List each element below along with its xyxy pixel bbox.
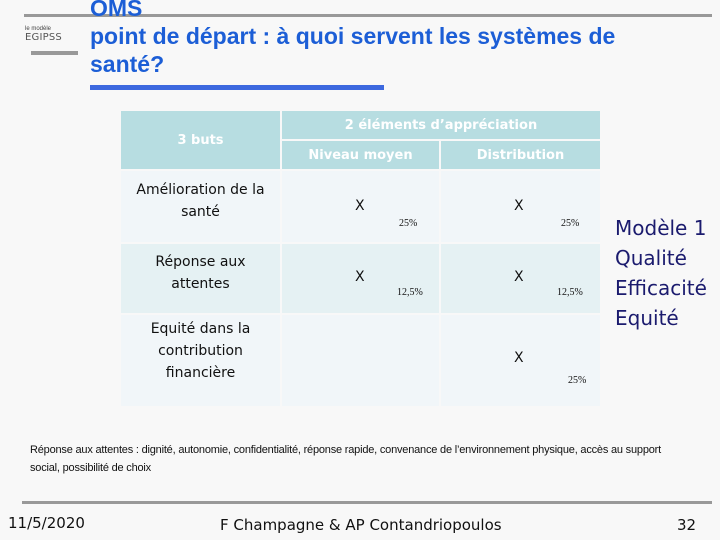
logo-egipss: EGIPSS — [25, 32, 62, 43]
model-quality: Qualité — [615, 246, 687, 270]
goal-cell: Réponse aux attentes — [121, 244, 280, 313]
distribution-cell: X 12,5% — [441, 244, 600, 313]
title-line-2: point de départ : à quoi servent les sys… — [90, 23, 616, 49]
goal-text: contribution — [158, 342, 243, 359]
goal-cell: Equité dans la contribution financière — [121, 315, 280, 406]
goal-text: Réponse aux — [155, 253, 246, 270]
goal-text: Amélioration de la — [136, 181, 265, 198]
goal-cell: Amélioration de la santé — [121, 171, 280, 242]
goals-table: 3 buts 2 éléments d’appréciation Niveau … — [119, 109, 602, 408]
title-line-1: OMS — [90, 0, 143, 21]
footer-date: 11/5/2020 — [8, 514, 85, 532]
weight-pct: 25% — [568, 375, 587, 386]
check-mark: X — [355, 198, 365, 214]
model-equity: Equité — [615, 306, 679, 330]
niveau-cell: X 25% — [282, 171, 439, 242]
distribution-cell: X 25% — [441, 171, 600, 242]
title-line-3: santé? — [90, 51, 165, 77]
weight-pct: 12,5% — [557, 287, 583, 298]
weight-pct: 25% — [399, 218, 418, 229]
model-efficiency: Efficacité — [615, 276, 707, 300]
header-niveau-moyen: Niveau moyen — [282, 141, 439, 169]
header-goals: 3 buts — [121, 111, 280, 169]
footnote: Réponse aux attentes : dignité, autonomi… — [30, 444, 661, 474]
goal-text: attentes — [171, 275, 230, 292]
niveau-cell: X 12,5% — [282, 244, 439, 313]
check-mark: X — [514, 198, 524, 214]
goal-text: Equité dans la — [150, 320, 251, 337]
check-mark: X — [514, 350, 524, 366]
model-box: Modèle 1 Qualité Efficacité Equité — [615, 213, 707, 333]
table-row: Réponse aux attentes X 12,5% X 12,5% — [121, 244, 600, 313]
check-mark: X — [355, 269, 365, 285]
header-group: 2 éléments d’appréciation — [282, 111, 600, 139]
footer-authors: F Champagne & AP Contandriopoulos — [220, 516, 502, 534]
table-row: Equité dans la contribution financière X… — [121, 315, 600, 406]
bottom-divider — [22, 501, 712, 504]
logo-divider — [31, 51, 78, 55]
distribution-cell: X 25% — [441, 315, 600, 406]
niveau-cell — [282, 315, 439, 406]
page-number: 32 — [677, 516, 697, 534]
table-row: Amélioration de la santé X 25% X 25% — [121, 171, 600, 242]
title-underline — [90, 85, 384, 90]
weight-pct: 12,5% — [397, 287, 423, 298]
weight-pct: 25% — [561, 218, 580, 229]
slide-title: OMS point de départ : à quoi servent les… — [90, 0, 690, 78]
goal-text: santé — [181, 203, 220, 220]
check-mark: X — [514, 269, 524, 285]
goal-text: financière — [165, 364, 236, 381]
model-title: Modèle 1 — [615, 216, 707, 240]
header-distribution: Distribution — [441, 141, 600, 169]
